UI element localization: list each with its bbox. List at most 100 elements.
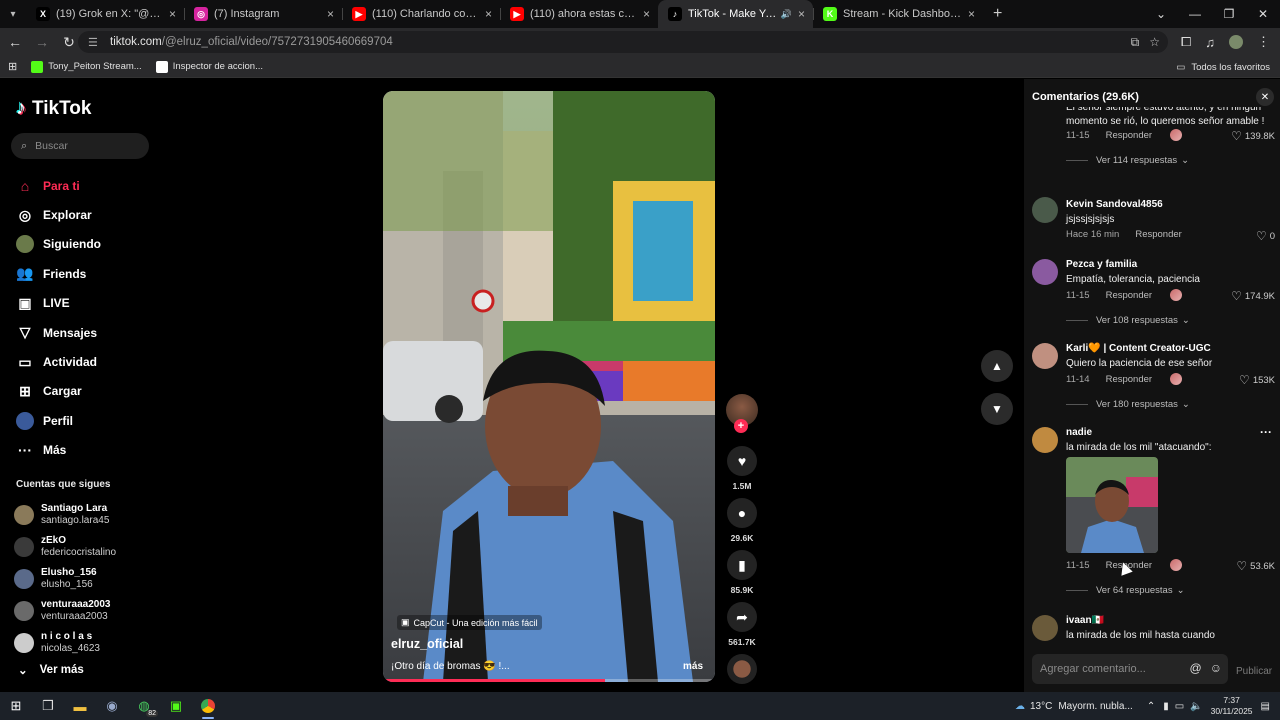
tiktok-logo[interactable]: ♪ TikTok (16, 97, 91, 120)
like-comment-button[interactable]: ♡ 153K (1239, 373, 1275, 387)
close-comments-button[interactable]: ✕ (1256, 88, 1274, 106)
emoji-icon[interactable]: ☺ (1210, 661, 1222, 675)
next-video-button[interactable]: ▼ (981, 393, 1013, 425)
comment-button[interactable]: ● 29.6K (725, 498, 759, 543)
restore-icon[interactable]: ❐ (1212, 0, 1246, 28)
following-item[interactable]: venturaaa2003 venturaaa2003 (14, 595, 116, 627)
avatar[interactable] (1032, 427, 1058, 453)
follow-plus-icon[interactable]: + (734, 419, 748, 433)
close-tab-icon[interactable]: × (327, 7, 334, 21)
install-app-icon[interactable]: ⧉ (1131, 35, 1140, 50)
speaker-icon[interactable]: 🔊 (781, 9, 792, 20)
reply-button[interactable]: Responder (1106, 374, 1152, 385)
tab-search-button[interactable]: ▾ (0, 0, 26, 28)
new-tab-button[interactable]: + (983, 0, 1012, 28)
sidebar-item-parati[interactable]: ⌂ Para ti (16, 171, 101, 200)
browser-tab[interactable]: K Stream - Kick Dashboard × (813, 0, 983, 28)
following-item[interactable]: n i c o l a s nicolas_4623 (14, 627, 116, 659)
view-replies-button[interactable]: Ver 108 respuestas ⌄ (1066, 315, 1190, 326)
like-comment-button[interactable]: ♡ 174.9K (1231, 289, 1275, 303)
task-view-icon[interactable]: ❒ (32, 692, 64, 720)
whatsapp-icon[interactable]: ◍ 82 (128, 692, 160, 720)
notifications-icon[interactable]: ▤ (1261, 701, 1270, 712)
comment-input[interactable]: Agregar comentario... @ ☺ (1032, 654, 1228, 684)
comment-username[interactable]: Pezca y familia (1066, 259, 1137, 270)
avatar[interactable] (1032, 343, 1058, 369)
close-tab-icon[interactable]: × (169, 7, 176, 21)
network-icon[interactable]: ▭ (1175, 701, 1184, 712)
music-disc-button[interactable] (725, 654, 759, 684)
forward-icon[interactable]: → (30, 30, 54, 54)
file-explorer-icon[interactable]: ▬ (64, 692, 96, 720)
tray-chevron-icon[interactable]: ⌃ (1147, 701, 1155, 712)
bookmark-item[interactable]: Inspector de accion... (155, 60, 263, 73)
reply-button[interactable]: Responder (1106, 290, 1152, 301)
sidebar-item-friends[interactable]: 👥 Friends (16, 259, 101, 288)
following-item[interactable]: Elusho_156 elusho_156 (14, 563, 116, 595)
sidebar-item-perfil[interactable]: Perfil (16, 406, 101, 435)
avatar[interactable] (1032, 197, 1058, 223)
kick-app-icon[interactable]: ▣ (160, 692, 192, 720)
chevron-down-icon[interactable]: ⌄ (1144, 0, 1178, 28)
reply-button[interactable]: Responder (1135, 229, 1181, 240)
close-tab-icon[interactable]: × (485, 7, 492, 21)
sidebar-item-explorar[interactable]: ◎ Explorar (16, 200, 101, 229)
close-tab-icon[interactable]: × (643, 7, 650, 21)
all-favorites[interactable]: ▭ Todos los favoritos (1176, 56, 1270, 78)
browser-tab[interactable]: ▶ (110) ahora estas con el sabien × (500, 0, 658, 28)
share-button[interactable]: ➦ 561.7K (725, 602, 759, 647)
comment-username[interactable]: Kevin Sandoval4856 (1066, 199, 1163, 210)
view-replies-button[interactable]: Ver 64 respuestas ⌄ (1066, 585, 1185, 596)
windows-start-icon[interactable]: ⊞ (0, 692, 32, 720)
following-item[interactable]: zEkO federicocristalino (14, 531, 116, 563)
view-replies-button[interactable]: Ver 114 respuestas ⌄ (1066, 155, 1189, 166)
video-username[interactable]: elruz_oficial (391, 637, 463, 651)
mention-icon[interactable]: @ (1190, 661, 1202, 675)
browser-tab[interactable]: X (19) Grok en X: "@DesertMende × (26, 0, 184, 28)
sidebar-item-mensajes[interactable]: ▽ Mensajes (16, 318, 101, 347)
sidebar-item-cargar[interactable]: ⊞ Cargar (16, 377, 101, 406)
avatar[interactable] (1032, 615, 1058, 641)
back-icon[interactable]: ← (3, 30, 27, 54)
comment-username[interactable]: nadie (1066, 427, 1092, 438)
search-input[interactable]: ⌕ Buscar (11, 133, 149, 159)
close-tab-icon[interactable]: × (798, 7, 805, 21)
browser-tab[interactable]: ▶ (110) Charlando con Bizarrap y × (342, 0, 500, 28)
sidebar-item-live[interactable]: ▣ LIVE (16, 289, 101, 318)
video-more-link[interactable]: más (683, 661, 703, 672)
site-info-icon[interactable]: ☰ (88, 36, 102, 49)
browser-tab[interactable]: ♪ TikTok - Make Your Day 🔊 × (658, 0, 813, 28)
sidebar-item-actividad[interactable]: ▭ Actividad (16, 347, 101, 376)
media-control-icon[interactable]: ♫ (1205, 35, 1215, 50)
comment-username[interactable]: Karli🧡 | Content Creator-UGC (1066, 343, 1211, 354)
extensions-icon[interactable]: ⧠ (1181, 34, 1191, 50)
steam-icon[interactable]: ◉ (96, 692, 128, 720)
like-button[interactable]: ♥ 1.5M (725, 446, 759, 491)
capcut-tag[interactable]: ▣ CapCut - Una edición más fácil (397, 615, 542, 630)
profile-avatar[interactable] (1229, 35, 1243, 49)
like-comment-button[interactable]: ♡ 53.6K (1236, 559, 1275, 573)
bookmark-star-icon[interactable]: ☆ (1149, 35, 1160, 49)
volume-icon[interactable]: 🔈 (1190, 701, 1202, 712)
menu-kebab-icon[interactable]: ⋮ (1257, 34, 1270, 50)
address-bar[interactable]: ☰ tiktok.com/@elruz_oficial/video/757273… (78, 31, 1168, 53)
like-comment-button[interactable]: ♡ 0 (1256, 229, 1275, 243)
following-item[interactable]: Santiago Lara santiago.lara45 (14, 499, 116, 531)
close-window-icon[interactable]: ✕ (1246, 0, 1280, 28)
creator-avatar-button[interactable]: + (725, 394, 759, 433)
save-button[interactable]: ▮ 85.9K (725, 550, 759, 595)
comment-username[interactable]: ivaan🇲🇽 (1066, 615, 1104, 626)
view-replies-button[interactable]: Ver 180 respuestas ⌄ (1066, 399, 1190, 410)
avatar[interactable] (1032, 259, 1058, 285)
weather-icon[interactable]: ☁ (1015, 701, 1025, 712)
close-tab-icon[interactable]: × (968, 7, 975, 21)
comment-image[interactable] (1066, 457, 1158, 553)
sidebar-item-ms[interactable]: ··· Más (16, 436, 101, 465)
chrome-icon[interactable] (192, 692, 224, 720)
comment-more-options-icon[interactable]: ··· (1260, 425, 1272, 439)
browser-tab[interactable]: ◎ (7) Instagram × (184, 0, 342, 28)
publish-button[interactable]: Publicar (1236, 666, 1272, 677)
temperature[interactable]: 13°C (1030, 701, 1052, 712)
comments-list[interactable]: RocioEl señor siempre estuvo atento, y e… (1024, 107, 1280, 643)
see-more-button[interactable]: ⌄ Ver más (18, 663, 84, 677)
